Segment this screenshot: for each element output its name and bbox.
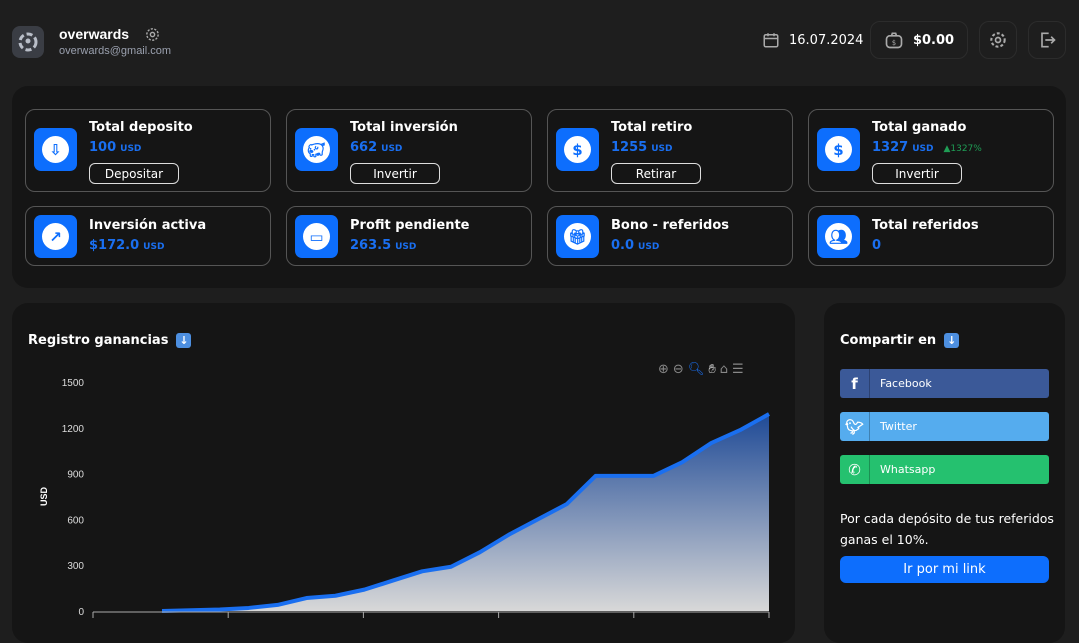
arrow-down-icon: ↓	[944, 333, 960, 348]
stat-title: Profit pendiente	[350, 218, 470, 233]
invertir-button[interactable]: Invertir	[872, 163, 962, 184]
app-logo	[12, 26, 44, 58]
date-display: 16.07.2024	[762, 31, 863, 49]
arrow-down-icon: ↓	[176, 333, 192, 348]
y-tick-label: 1200	[62, 424, 85, 435]
gear-icon	[990, 32, 1006, 48]
stat-amount: 0	[872, 238, 882, 253]
stat-amount: 263.5	[350, 238, 392, 253]
share-facebook-button[interactable]: f Facebook	[840, 369, 1049, 398]
stat-value: 263.5 USD	[350, 238, 416, 253]
balance-value: $0.00	[912, 32, 955, 48]
share-label: Facebook	[880, 377, 932, 390]
stat-title: Inversión activa	[89, 218, 207, 233]
stat-amount: 662	[350, 140, 378, 155]
stat-card: 🐖︎ Total inversión 662 USD Invertir	[286, 109, 532, 192]
stat-amount: 1327	[872, 140, 909, 155]
y-tick-label: 900	[67, 470, 84, 481]
stat-card: ⇩ Total deposito 100 USD Depositar	[25, 109, 271, 192]
stat-title: Total ganado	[872, 120, 967, 135]
stat-title: Total inversión	[350, 120, 458, 135]
area-fill	[162, 414, 769, 611]
user-email: overwards@gmail.com	[59, 45, 172, 57]
stat-unit: USD	[381, 144, 403, 154]
share-whatsapp-button[interactable]: ✆ Whatsapp	[840, 455, 1049, 484]
stat-unit: USD	[395, 242, 417, 252]
stat-unit: USD	[912, 144, 934, 154]
stat-unit: USD	[120, 144, 142, 154]
earnings-chart: 0 300 600 900 1200 1500 USD	[39, 378, 770, 618]
y-tick-label: 0	[78, 607, 84, 618]
stat-unit: USD	[651, 144, 673, 154]
whatsapp-icon: ✆	[840, 455, 870, 484]
retirar-button[interactable]: Retirar	[611, 163, 701, 184]
share-label: Whatsapp	[880, 463, 936, 476]
stat-card: ▭ Profit pendiente 263.5 USD	[286, 206, 532, 266]
stat-value: $172.0 USD	[89, 238, 164, 253]
stat-card: 👥︎ Total referidos 0	[808, 206, 1054, 266]
growth-badge: ▲1327%	[943, 144, 982, 154]
y-tick-label: 1500	[62, 378, 85, 389]
settings-button[interactable]	[979, 21, 1017, 59]
share-title: Compartir en ↓	[840, 333, 960, 348]
money-deposit-icon: ⇩	[34, 128, 77, 171]
invertir-button[interactable]: Invertir	[350, 163, 440, 184]
stat-title: Total retiro	[611, 120, 693, 135]
stat-card: ↗ Inversión activa $172.0 USD	[25, 206, 271, 266]
svg-text:$: $	[892, 39, 896, 47]
people-icon: 👥︎	[817, 215, 860, 258]
chart-title-text: Registro ganancias	[28, 333, 169, 348]
y-tick-label: 600	[67, 515, 84, 526]
stat-title: Bono - referidos	[611, 218, 730, 233]
username: overwards	[59, 26, 130, 42]
balance-button[interactable]: $ $0.00	[870, 21, 968, 59]
stat-value: 1255 USD	[611, 140, 672, 155]
stat-unit: USD	[638, 242, 660, 252]
calendar-icon	[763, 33, 779, 48]
logout-button[interactable]	[1028, 21, 1066, 59]
share-label: Twitter	[880, 420, 917, 433]
referral-info: Por cada depósito de tus referidos ganas…	[840, 511, 1054, 547]
stat-amount: 0.0	[611, 238, 635, 253]
y-axis-label: USD	[39, 487, 49, 507]
twitter-icon: 🐦︎	[840, 412, 870, 441]
stat-value: 662 USD	[350, 140, 402, 155]
stat-amount: 1255	[611, 140, 648, 155]
withdraw-icon: $	[556, 128, 599, 171]
dollar-icon: $	[817, 128, 860, 171]
stat-amount: 100	[89, 140, 117, 155]
chart-title: Registro ganancias ↓	[28, 333, 192, 348]
my-link-button[interactable]: Ir por mi link	[840, 556, 1049, 583]
stat-value: 1327 USD ▲1327%	[872, 140, 982, 155]
gift-icon: 🎁︎	[556, 215, 599, 258]
stat-card: 🎁︎ Bono - referidos 0.0 USD	[547, 206, 793, 266]
wallet-icon: ▭	[295, 215, 338, 258]
stat-title: Total deposito	[89, 120, 193, 135]
share-title-text: Compartir en	[840, 333, 937, 348]
logo-icon	[18, 32, 38, 52]
stat-amount: $172.0	[89, 238, 140, 253]
stat-card: $ Total retiro 1255 USD Retirar	[547, 109, 793, 192]
piggy-bank-icon: 🐖︎	[295, 128, 338, 171]
logout-icon	[1041, 32, 1056, 48]
stat-unit: USD	[143, 242, 165, 252]
depositar-button[interactable]: Depositar	[89, 163, 179, 184]
chart-monitor-icon: ↗	[34, 215, 77, 258]
stat-value: 100 USD	[89, 140, 141, 155]
share-twitter-button[interactable]: 🐦︎ Twitter	[840, 412, 1049, 441]
stat-value: 0	[872, 238, 881, 253]
facebook-icon: f	[840, 369, 870, 398]
stat-value: 0.0 USD	[611, 238, 659, 253]
profile-settings-icon[interactable]	[144, 26, 161, 43]
stat-card: $ Total ganado 1327 USD ▲1327% Invertir	[808, 109, 1054, 192]
current-date: 16.07.2024	[789, 32, 864, 48]
money-bag-icon: $	[885, 32, 903, 49]
y-tick-label: 300	[67, 561, 84, 572]
stat-title: Total referidos	[872, 218, 979, 233]
